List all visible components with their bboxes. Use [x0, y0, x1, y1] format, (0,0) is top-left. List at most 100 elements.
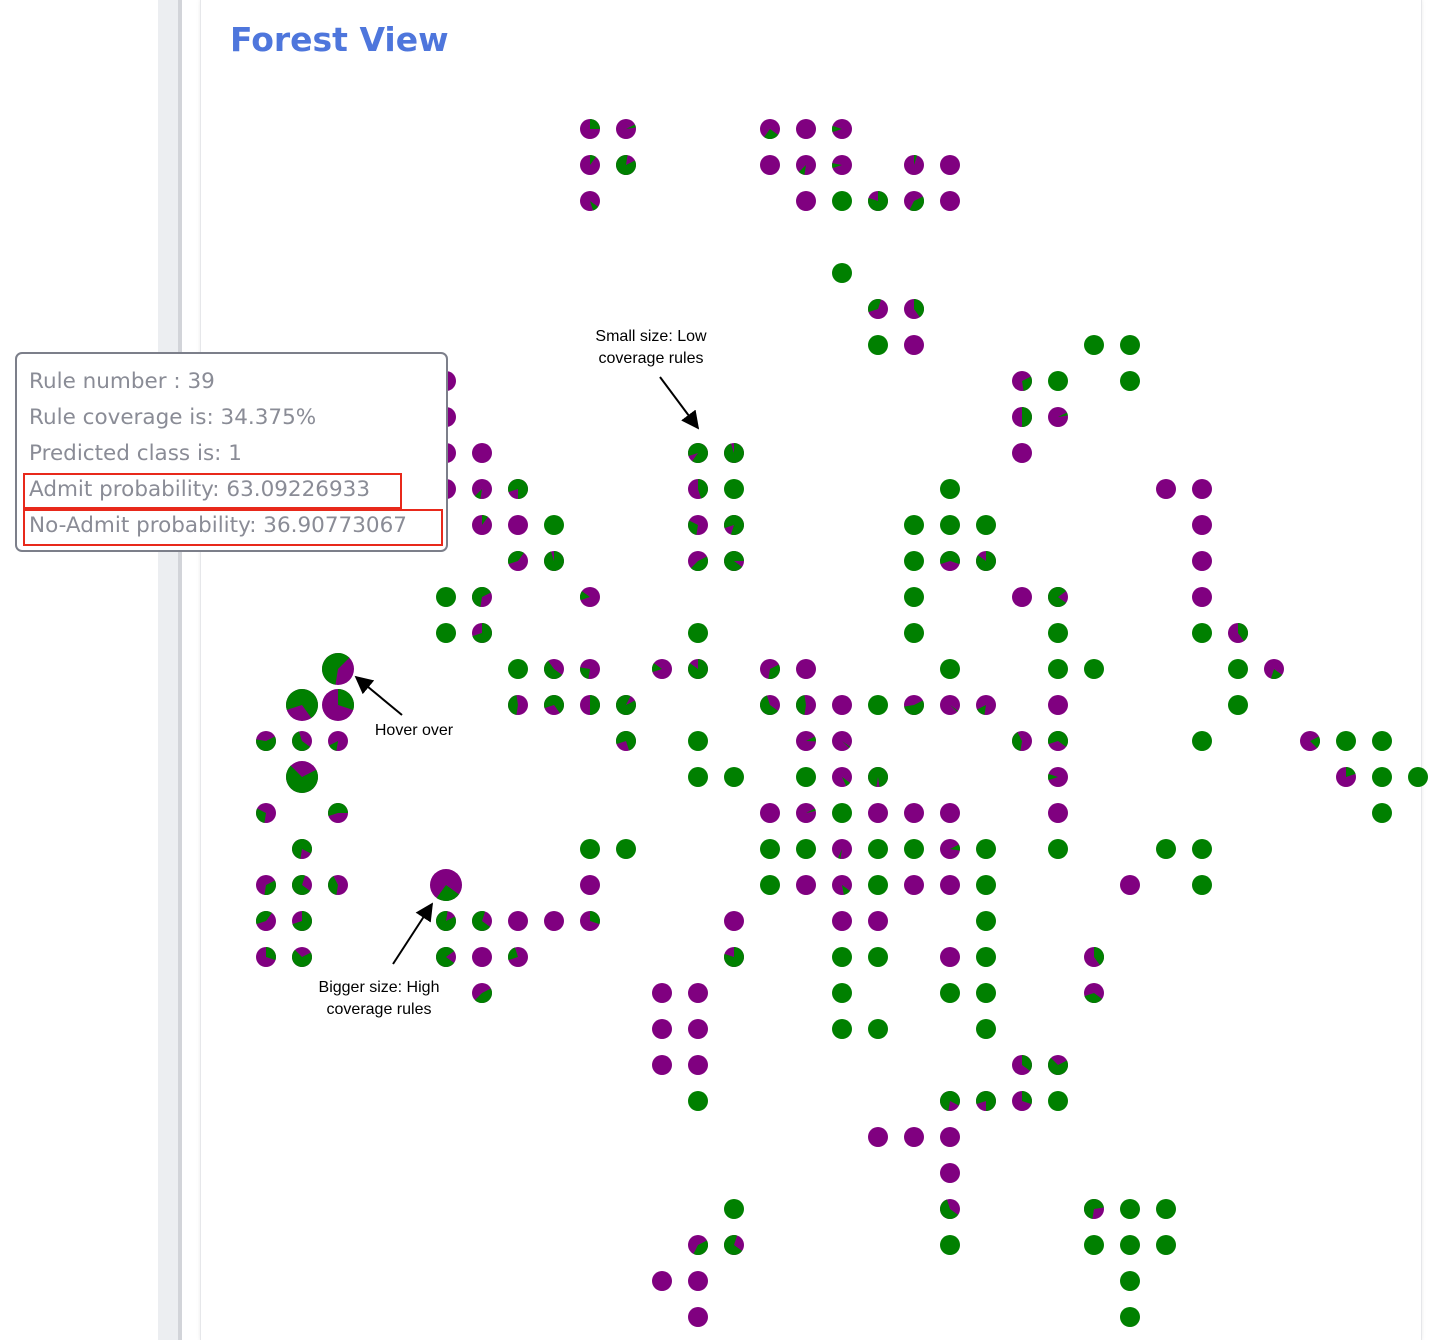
rule-glyph[interactable] — [724, 1199, 744, 1219]
rule-glyph[interactable] — [508, 515, 528, 535]
rule-glyph[interactable] — [1264, 659, 1284, 680]
rule-glyph[interactable] — [1156, 839, 1176, 859]
rule-glyph[interactable] — [507, 550, 528, 571]
rule-glyph[interactable] — [1192, 479, 1212, 499]
rule-glyph[interactable] — [904, 695, 924, 715]
rule-glyph[interactable] — [940, 515, 960, 535]
rule-glyph[interactable] — [1048, 586, 1068, 607]
rule-glyph[interactable] — [796, 875, 816, 895]
rule-glyph[interactable] — [1120, 1307, 1140, 1327]
rule-glyph[interactable] — [868, 335, 888, 355]
rule-glyph[interactable] — [1372, 767, 1392, 787]
rule-glyph[interactable] — [1012, 371, 1033, 391]
rule-glyph[interactable] — [472, 983, 492, 1003]
rule-glyph[interactable] — [652, 1019, 672, 1039]
rule-glyph[interactable] — [544, 911, 564, 931]
rule-glyph[interactable] — [544, 550, 565, 572]
rule-glyph[interactable] — [430, 869, 462, 902]
rule-glyph[interactable] — [904, 155, 924, 175]
rule-glyph[interactable] — [615, 731, 636, 751]
rule-glyph[interactable] — [904, 191, 924, 211]
rule-glyph[interactable] — [940, 1235, 960, 1255]
rule-glyph[interactable] — [688, 1019, 708, 1039]
rule-glyph[interactable] — [904, 623, 924, 643]
rule-glyph[interactable] — [1156, 1235, 1176, 1255]
rule-glyph[interactable] — [975, 551, 996, 571]
rule-glyph[interactable] — [652, 983, 672, 1003]
rule-glyph[interactable] — [832, 911, 852, 931]
rule-glyph[interactable] — [507, 479, 528, 499]
rule-glyph[interactable] — [1048, 623, 1068, 643]
rule-glyph[interactable] — [1192, 515, 1212, 535]
rule-glyph[interactable] — [1228, 623, 1249, 643]
rule-glyph[interactable] — [976, 1019, 996, 1039]
rule-glyph[interactable] — [724, 1234, 744, 1255]
rule-glyph[interactable] — [1192, 623, 1212, 643]
rule-glyph[interactable] — [436, 946, 456, 967]
rule-glyph[interactable] — [940, 1127, 960, 1147]
rule-glyph[interactable] — [940, 875, 960, 895]
rule-glyph[interactable] — [688, 731, 708, 751]
rule-glyph[interactable] — [580, 839, 600, 859]
rule-glyph[interactable] — [904, 839, 924, 859]
rule-glyph[interactable] — [760, 875, 780, 895]
rule-glyph[interactable] — [976, 695, 996, 715]
rule-glyph[interactable] — [904, 515, 924, 535]
rule-glyph[interactable] — [1156, 1199, 1176, 1219]
rule-glyph[interactable] — [508, 695, 528, 715]
rule-glyph[interactable] — [256, 803, 276, 823]
rule-glyph[interactable] — [1047, 731, 1068, 751]
rule-glyph[interactable] — [580, 911, 600, 931]
rule-glyph[interactable] — [1192, 839, 1212, 859]
rule-glyph[interactable] — [652, 1055, 672, 1075]
rule-glyph[interactable] — [868, 191, 889, 211]
rule-glyph[interactable] — [796, 191, 816, 211]
rule-glyph[interactable] — [831, 119, 852, 139]
rule-glyph[interactable] — [286, 761, 319, 793]
rule-glyph[interactable] — [472, 910, 492, 931]
rule-glyph[interactable] — [1048, 659, 1068, 679]
rule-glyph[interactable] — [904, 875, 924, 895]
rule-glyph[interactable] — [724, 911, 744, 931]
rule-glyph[interactable] — [1120, 1235, 1140, 1255]
rule-glyph[interactable] — [904, 299, 925, 319]
rule-glyph[interactable] — [616, 119, 636, 139]
rule-glyph[interactable] — [940, 155, 960, 175]
rule-glyph[interactable] — [796, 155, 816, 175]
rule-glyph[interactable] — [904, 551, 924, 571]
rule-glyph[interactable] — [688, 1055, 708, 1075]
rule-glyph[interactable] — [508, 659, 528, 679]
rule-glyph[interactable] — [1048, 371, 1068, 391]
rule-glyph[interactable] — [580, 119, 600, 139]
rule-glyph[interactable] — [868, 875, 888, 895]
rule-glyph[interactable] — [328, 731, 348, 751]
rule-glyph[interactable] — [1120, 1199, 1140, 1219]
rule-glyph[interactable] — [472, 515, 492, 535]
rule-glyph[interactable] — [292, 911, 313, 931]
rule-glyph[interactable] — [796, 695, 816, 715]
rule-glyph[interactable] — [651, 659, 672, 679]
rule-glyph[interactable] — [615, 154, 636, 175]
rule-glyph[interactable] — [832, 803, 852, 823]
rule-glyph[interactable] — [580, 659, 600, 679]
rule-glyph[interactable] — [1408, 767, 1428, 787]
rule-glyph[interactable] — [688, 551, 708, 571]
rule-glyph[interactable] — [940, 551, 961, 571]
rule-glyph[interactable] — [760, 155, 780, 175]
rule-glyph[interactable] — [1012, 443, 1032, 463]
rule-glyph[interactable] — [1156, 479, 1176, 499]
rule-glyph[interactable] — [687, 442, 708, 463]
rule-glyph[interactable] — [1192, 875, 1212, 895]
rule-glyph[interactable] — [255, 731, 276, 751]
rule-glyph[interactable] — [688, 479, 708, 499]
rule-glyph[interactable] — [1372, 803, 1392, 823]
rule-glyph[interactable] — [832, 731, 852, 751]
rule-glyph[interactable] — [868, 695, 888, 715]
rule-glyph[interactable] — [1048, 839, 1068, 859]
rule-glyph[interactable] — [580, 154, 600, 175]
rule-glyph[interactable] — [327, 875, 348, 895]
rule-glyph[interactable] — [507, 947, 528, 967]
rule-glyph[interactable] — [1084, 1198, 1104, 1219]
rule-glyph[interactable] — [940, 803, 960, 823]
rule-glyph[interactable] — [796, 119, 816, 139]
